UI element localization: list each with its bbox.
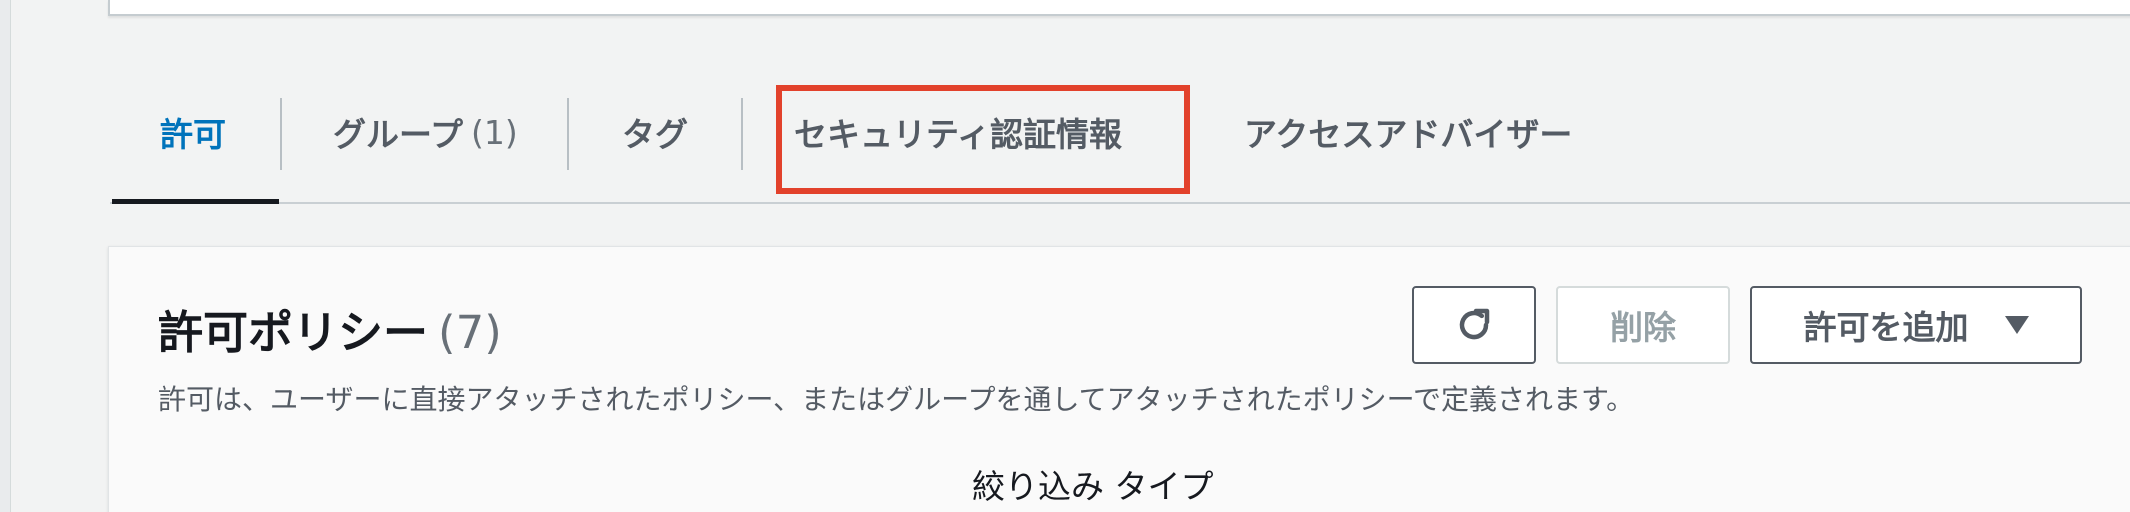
tab-groups[interactable]: グループ (1) <box>333 70 518 194</box>
tab-groups-count: (1) <box>471 112 518 152</box>
top-card <box>108 0 2130 16</box>
tab-separator <box>741 98 743 170</box>
tab-permissions-label: 許可 <box>160 115 226 154</box>
delete-button[interactable]: 削除 <box>1556 286 1730 364</box>
filter-type-label: 絞り込み タイプ <box>972 467 1214 506</box>
tab-tags[interactable]: タグ <box>622 70 688 194</box>
tab-separator <box>567 98 569 170</box>
caret-down-icon <box>2004 316 2029 334</box>
permissions-title: 許可ポリシー (7) <box>158 296 502 361</box>
tab-separator <box>280 98 282 170</box>
tab-tags-label: タグ <box>622 115 688 154</box>
page: 許可 グループ (1) タグ セキュリティ認証情報 アクセスアドバイザー 許可ポ… <box>0 0 2130 512</box>
refresh-button[interactable] <box>1412 286 1536 364</box>
tab-access-advisor[interactable]: アクセスアドバイザー <box>1244 70 1572 194</box>
tabs-baseline <box>110 202 2130 204</box>
left-edge <box>0 0 11 512</box>
tab-access-advisor-label: アクセスアドバイザー <box>1244 115 1573 154</box>
delete-button-label: 削除 <box>1610 308 1676 347</box>
tab-groups-label: グループ <box>333 115 464 154</box>
permissions-count: (7) <box>438 306 502 359</box>
refresh-icon <box>1459 308 1490 340</box>
highlight-box <box>776 85 1190 194</box>
tab-permissions[interactable]: 許可 <box>160 70 226 194</box>
permissions-description: 許可は、ユーザーに直接アタッチされたポリシー、またはグループを通してアタッチされ… <box>158 383 1635 416</box>
active-tab-indicator <box>112 199 279 204</box>
add-permissions-label: 許可を追加 <box>1803 308 1969 347</box>
add-permissions-button[interactable]: 許可を追加 <box>1750 286 2082 364</box>
permissions-title-text: 許可ポリシー <box>158 306 429 359</box>
